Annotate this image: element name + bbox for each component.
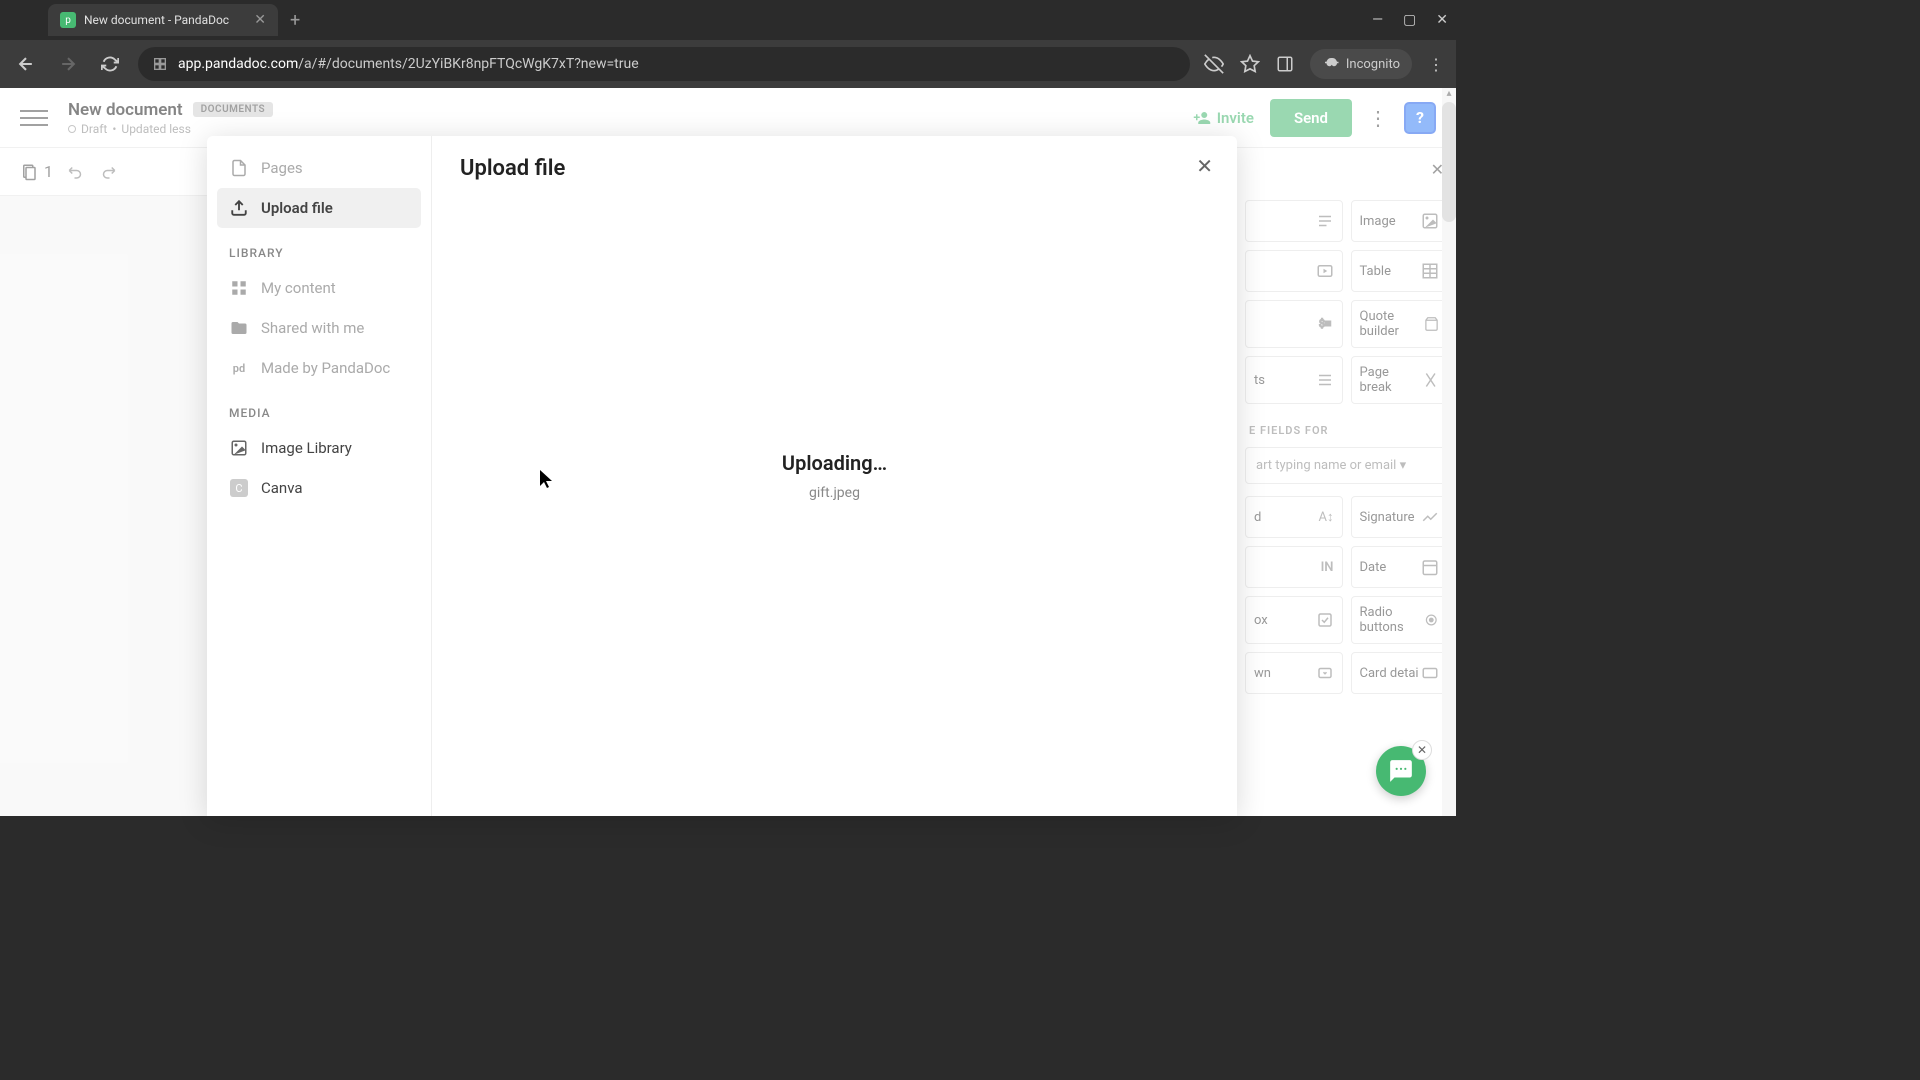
sidebar-my-content: My content bbox=[217, 268, 421, 308]
sidebar-image-library[interactable]: Image Library bbox=[217, 428, 421, 468]
star-icon[interactable] bbox=[1240, 54, 1260, 74]
maximize-icon[interactable]: ▢ bbox=[1403, 12, 1416, 28]
pandadoc-icon: pd bbox=[229, 358, 249, 378]
upload-modal: Pages Upload file LIBRARY My content Sha… bbox=[207, 136, 1237, 816]
chat-button[interactable]: ✕ bbox=[1376, 746, 1426, 796]
incognito-icon bbox=[1322, 55, 1340, 73]
forward-icon[interactable] bbox=[54, 50, 82, 78]
cursor bbox=[540, 470, 556, 490]
incognito-badge[interactable]: Incognito bbox=[1310, 49, 1412, 79]
upload-icon bbox=[229, 198, 249, 218]
panel-icon[interactable] bbox=[1276, 55, 1294, 73]
url-text: app.pandadoc.com/a/#/documents/2UzYiBKr8… bbox=[178, 56, 639, 72]
chat-icon bbox=[1388, 758, 1414, 784]
canva-icon: C bbox=[229, 478, 249, 498]
reload-icon[interactable] bbox=[96, 50, 124, 78]
browser-tab[interactable]: p New document - PandaDoc ✕ bbox=[48, 4, 278, 36]
tab-close-icon[interactable]: ✕ bbox=[254, 12, 266, 28]
library-section: LIBRARY bbox=[229, 246, 409, 260]
address-bar: app.pandadoc.com/a/#/documents/2UzYiBKr8… bbox=[0, 40, 1456, 88]
grid-icon bbox=[229, 278, 249, 298]
back-icon[interactable] bbox=[12, 50, 40, 78]
url-box[interactable]: app.pandadoc.com/a/#/documents/2UzYiBKr8… bbox=[138, 47, 1190, 81]
modal-close-icon[interactable]: ✕ bbox=[1196, 154, 1213, 178]
page-icon bbox=[229, 158, 249, 178]
chat-close-icon[interactable]: ✕ bbox=[1412, 740, 1432, 760]
sidebar-pages: Pages bbox=[217, 148, 421, 188]
sidebar-canva[interactable]: C Canva bbox=[217, 468, 421, 508]
upload-status: Uploading… bbox=[782, 451, 887, 475]
sidebar-shared: Shared with me bbox=[217, 308, 421, 348]
new-tab-button[interactable]: + bbox=[280, 6, 310, 35]
folder-shared-icon bbox=[229, 318, 249, 338]
modal-sidebar: Pages Upload file LIBRARY My content Sha… bbox=[207, 136, 432, 816]
image-library-icon bbox=[229, 438, 249, 458]
eye-off-icon[interactable] bbox=[1204, 54, 1224, 74]
site-settings-icon bbox=[152, 56, 168, 72]
tab-title: New document - PandaDoc bbox=[84, 13, 246, 27]
close-window-icon[interactable]: ✕ bbox=[1436, 12, 1448, 28]
media-section: MEDIA bbox=[229, 406, 409, 420]
upload-filename: gift.jpeg bbox=[782, 485, 887, 501]
favicon: p bbox=[60, 12, 76, 28]
minimize-icon[interactable]: — bbox=[1372, 12, 1383, 28]
sidebar-upload[interactable]: Upload file bbox=[217, 188, 421, 228]
sidebar-made-by: pd Made by PandaDoc bbox=[217, 348, 421, 388]
menu-icon[interactable]: ⋮ bbox=[1428, 55, 1444, 74]
modal-title: Upload file bbox=[460, 156, 1209, 181]
browser-chrome: p New document - PandaDoc ✕ + — ▢ ✕ bbox=[0, 0, 1456, 40]
